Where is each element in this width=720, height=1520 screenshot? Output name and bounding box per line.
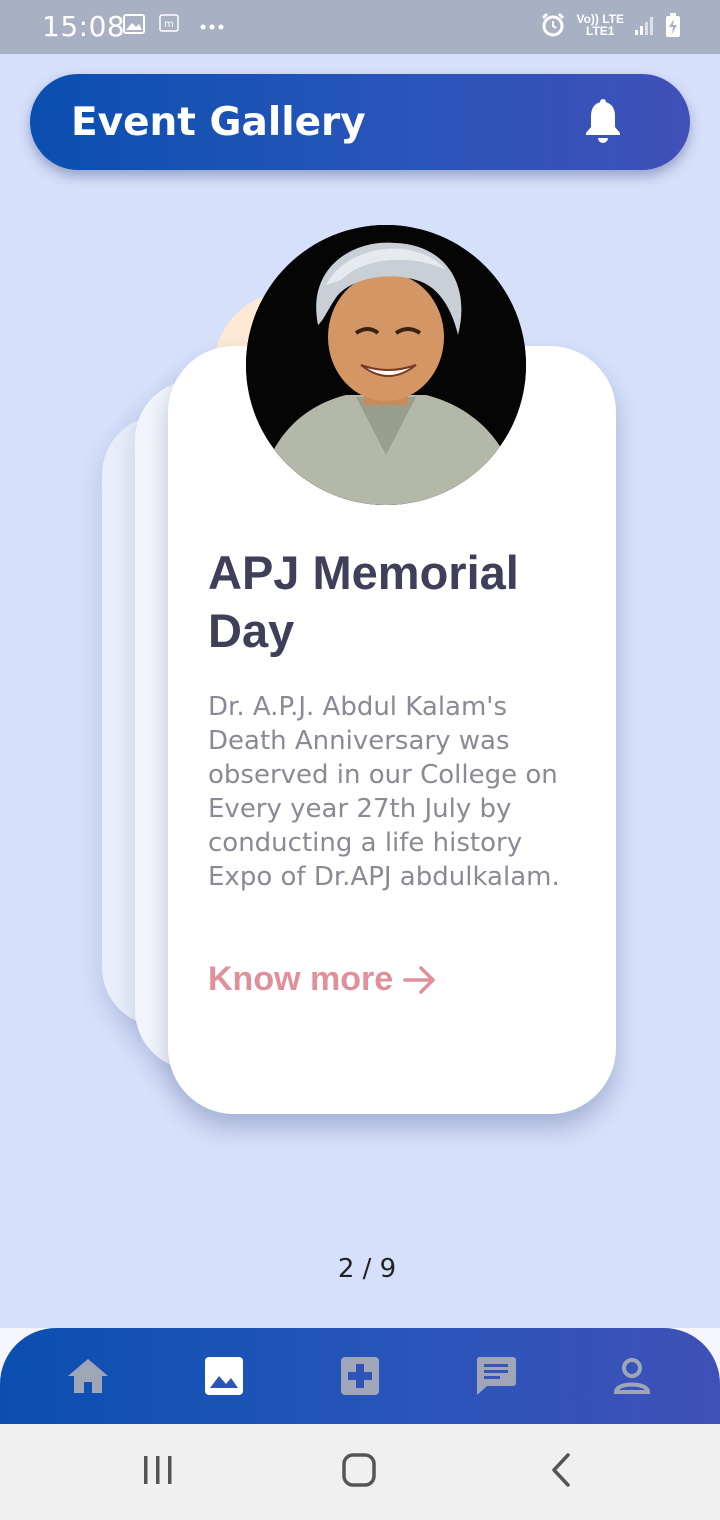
- home-button-icon[interactable]: [340, 1450, 380, 1490]
- medical-plus-icon: [341, 1357, 379, 1395]
- battery-charging-icon: [666, 13, 680, 37]
- system-nav-bar: [0, 1424, 720, 1520]
- status-indicators: Vo)) LTE LTE1: [540, 12, 680, 38]
- network-label: Vo)) LTE LTE1: [576, 13, 624, 37]
- nav-profile[interactable]: [604, 1348, 660, 1404]
- m-icon: m: [159, 14, 179, 32]
- home-icon: [68, 1359, 108, 1393]
- event-title: APJ Memorial Day: [208, 546, 519, 657]
- page-indicator: 2 / 9: [337, 1254, 397, 1284]
- bell-icon[interactable]: [583, 98, 623, 146]
- page-title: Event Gallery: [71, 100, 366, 145]
- app-header: Event Gallery: [30, 74, 690, 170]
- recent-apps-icon[interactable]: [140, 1450, 176, 1490]
- nav-home[interactable]: [60, 1348, 116, 1404]
- chat-icon: [476, 1357, 516, 1395]
- arrow-right-icon: [403, 965, 435, 994]
- nav-chat[interactable]: [468, 1348, 524, 1404]
- network-label-bottom: LTE1: [586, 24, 615, 38]
- event-description: Dr. A.P.J. Abdul Kalam's Death Anniversa…: [208, 692, 560, 892]
- know-more-link[interactable]: Know more: [208, 960, 437, 999]
- nav-medical[interactable]: [332, 1348, 388, 1404]
- back-icon[interactable]: [544, 1450, 576, 1490]
- more-icon: [200, 24, 224, 30]
- status-time: 15:08: [42, 10, 126, 43]
- person-icon: [613, 1358, 651, 1394]
- alarm-icon: [542, 12, 565, 37]
- bottom-nav: [0, 1328, 720, 1424]
- svg-text:m: m: [164, 19, 174, 30]
- event-portrait: [246, 225, 526, 505]
- image-icon: [123, 14, 145, 34]
- know-more-label: Know more: [208, 960, 394, 998]
- status-bar: 15:08 m Vo)) LTE LTE1: [0, 0, 720, 54]
- nav-gallery[interactable]: [196, 1348, 252, 1404]
- portrait-photo: [246, 225, 526, 505]
- signal-icon: [635, 17, 653, 35]
- image-icon: [205, 1357, 243, 1395]
